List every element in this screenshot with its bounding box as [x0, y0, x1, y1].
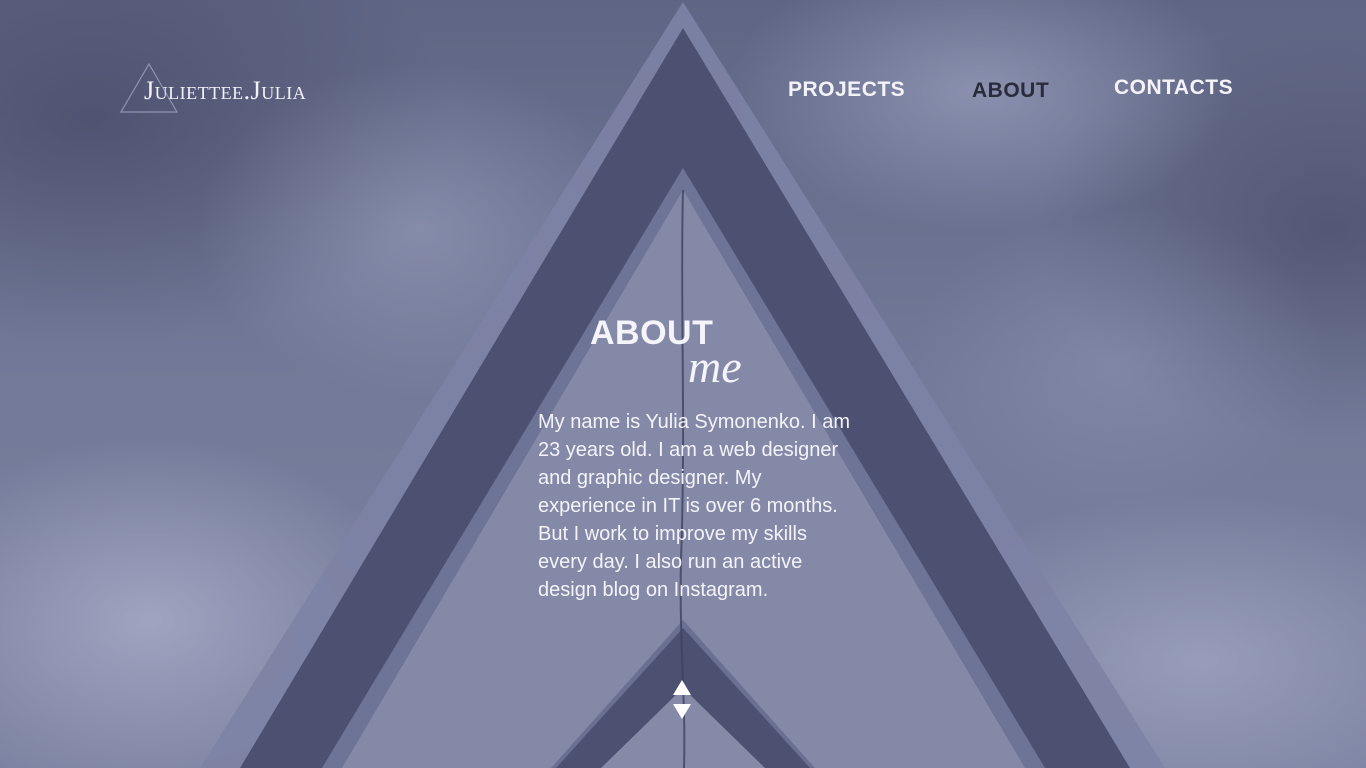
bio-text: My name is Yulia Symonenko. I am 23 year…: [538, 411, 850, 601]
arrow-down-icon[interactable]: [673, 704, 691, 719]
scroll-controls: [673, 678, 695, 724]
nav-link-projects[interactable]: PROJECTS: [788, 78, 905, 102]
nav-link-contacts[interactable]: CONTACTS: [1114, 76, 1233, 100]
arrow-up-icon[interactable]: [673, 680, 691, 695]
main-nav: PROJECTS ABOUT CONTACTS: [0, 76, 1366, 106]
section-subtitle: me: [688, 341, 742, 392]
triangle-graphic: [200, 2, 1165, 768]
nav-link-about[interactable]: ABOUT: [972, 79, 1049, 103]
